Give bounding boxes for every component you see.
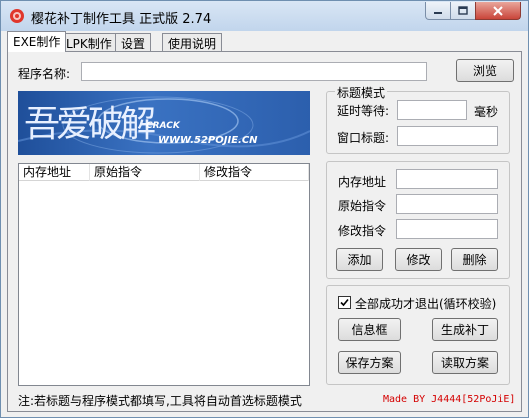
maximize-button[interactable] [450, 2, 476, 20]
column-address[interactable]: 内存地址 [19, 164, 90, 181]
save-scheme-button[interactable]: 保存方案 [338, 351, 401, 374]
column-modified[interactable]: 修改指令 [200, 164, 309, 181]
patch-list-header: 内存地址 原始指令 修改指令 [19, 164, 309, 181]
banner-crack-text: CRACK [146, 121, 180, 131]
delay-unit-label: 毫秒 [474, 105, 499, 119]
banner-site-text: WWW.52POJIE.CN [158, 135, 258, 146]
column-original[interactable]: 原始指令 [90, 164, 200, 181]
tab-help[interactable]: 使用说明 [162, 33, 223, 51]
window-title-label: 窗口标题: [337, 131, 390, 145]
delete-button[interactable]: 删除 [451, 248, 498, 271]
close-button[interactable] [475, 2, 521, 20]
original-input[interactable] [396, 194, 498, 214]
address-input[interactable] [396, 169, 498, 189]
browse-button[interactable]: 浏览 [456, 59, 514, 82]
modified-label: 修改指令 [338, 224, 387, 238]
title-mode-group-title: 标题模式 [335, 84, 388, 101]
add-button[interactable]: 添加 [336, 248, 383, 271]
banner-logo-text: 吾爱破解 [24, 104, 156, 145]
program-name-input[interactable] [81, 62, 427, 81]
tab-settings[interactable]: 设置 [115, 33, 152, 51]
close-icon [493, 5, 503, 16]
minimize-button[interactable] [425, 2, 451, 20]
minimize-icon [434, 11, 442, 14]
delay-label: 延时等待: [337, 104, 390, 118]
exit-check-label[interactable]: 全部成功才退出(循环校验) [355, 295, 496, 312]
window-title-input[interactable] [397, 126, 498, 146]
delay-input[interactable] [397, 100, 467, 120]
main-window: 樱花补丁制作工具 正式版 2.74 EXE制作 LPK制作 设置 使用说明 程序… [0, 0, 529, 418]
window-title: 樱花补丁制作工具 正式版 2.74 [31, 12, 212, 27]
banner-image: 吾爱破解 CRACK WWW.52POJIE.CN [18, 91, 310, 155]
footer-note: 注:若标题与程序模式都填写,工具将自动首选标题模式 [18, 394, 302, 408]
maximize-icon [458, 6, 468, 15]
sakura-app-icon [10, 9, 24, 23]
patch-list[interactable]: 内存地址 原始指令 修改指令 [18, 163, 310, 386]
checkmark-icon [340, 298, 349, 307]
load-scheme-button[interactable]: 读取方案 [432, 351, 498, 374]
modified-input[interactable] [396, 219, 498, 239]
tab-exe[interactable]: EXE制作 [7, 31, 67, 52]
generate-patch-button[interactable]: 生成补丁 [432, 318, 498, 341]
title-bar[interactable]: 樱花补丁制作工具 正式版 2.74 [1, 1, 528, 31]
info-box-button[interactable]: 信息框 [338, 318, 401, 341]
made-by-label: Made BY J4444[52PoJiE] [383, 394, 516, 405]
modify-button[interactable]: 修改 [395, 248, 442, 271]
program-name-label: 程序名称: [18, 67, 71, 81]
original-label: 原始指令 [338, 199, 387, 213]
exit-check-box[interactable] [338, 296, 351, 309]
address-label: 内存地址 [338, 175, 387, 189]
tab-lpk[interactable]: LPK制作 [60, 33, 118, 51]
